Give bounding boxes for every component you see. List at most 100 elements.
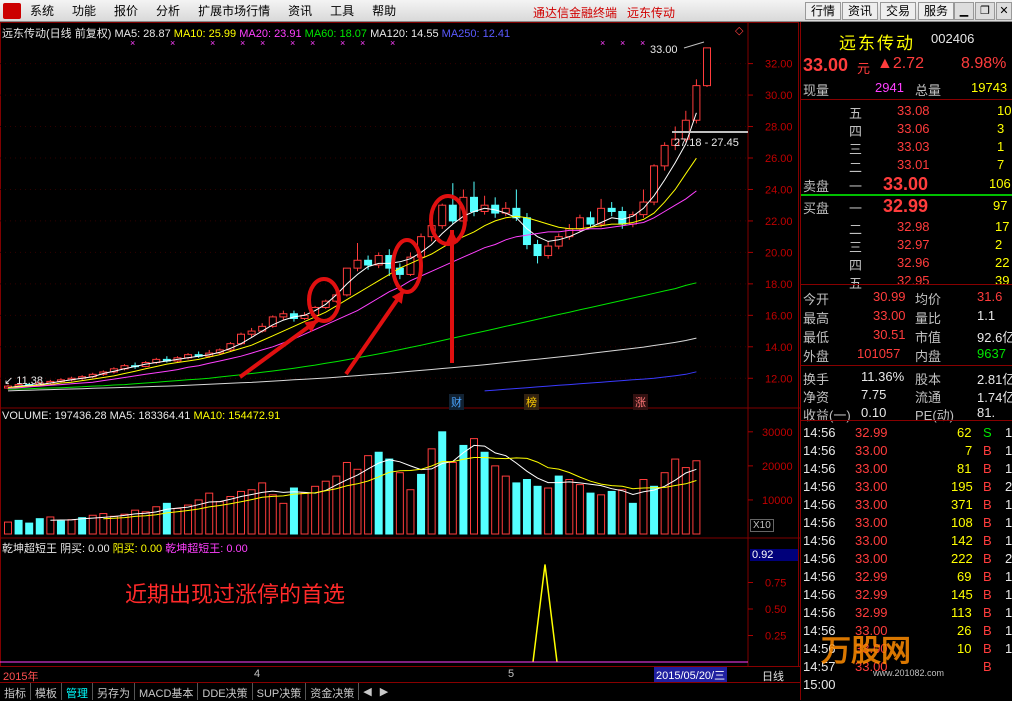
menu-item-tools[interactable]: 工具 xyxy=(321,2,363,19)
stat-label: 今开 xyxy=(803,292,830,307)
ask-row[interactable]: 三 33.03 1 xyxy=(801,138,1012,157)
price-tick-label: 28.00 xyxy=(765,122,793,134)
tick-row[interactable]: 14:56 33.00 371 B 1 xyxy=(801,496,1012,514)
volume-bar xyxy=(660,472,669,535)
marker-finance[interactable]: 财 xyxy=(449,394,464,410)
quote-button[interactable]: 行情 xyxy=(805,2,842,20)
tick-row[interactable]: 14:56 32.99 69 B 1 xyxy=(801,568,1012,586)
volume-bar xyxy=(25,522,34,535)
ask-level-label: 二 xyxy=(849,160,863,175)
ask-row[interactable]: 五 33.08 10 xyxy=(801,102,1012,121)
tick-row[interactable]: 14:56 33.00 7 B 1 xyxy=(801,442,1012,460)
price-change: ▲2.72 xyxy=(877,55,924,72)
tick-volume: 7 xyxy=(965,443,973,458)
tick-row[interactable]: 14:56 33.00 81 B 1 xyxy=(801,460,1012,478)
tab-template[interactable]: 模板 xyxy=(31,683,62,700)
volume-bar xyxy=(512,482,521,535)
ma20-label: MA20: 23.91 xyxy=(239,28,302,40)
ma250-label: MA250: 12.41 xyxy=(441,28,511,40)
menu-item-info[interactable]: 资讯 xyxy=(279,2,321,19)
minimize-icon[interactable]: ▁ xyxy=(954,2,974,20)
bid-row[interactable]: 四 32.96 22 xyxy=(801,254,1012,273)
service-button[interactable]: 服务 xyxy=(918,2,955,20)
volume-bar xyxy=(258,482,267,535)
bid-row[interactable]: 二 32.98 17 xyxy=(801,218,1012,237)
tick-row[interactable]: 14:56 33.00 108 B 1 xyxy=(801,514,1012,532)
indicator-yang: 阳买: 0.00 xyxy=(112,543,163,555)
volume-bar xyxy=(300,492,309,535)
bid-row[interactable]: 三 32.97 2 xyxy=(801,236,1012,255)
tick-row[interactable]: 14:56 32.99 113 B 1 xyxy=(801,604,1012,622)
menu-item-help[interactable]: 帮助 xyxy=(363,2,405,19)
menu-item-system[interactable]: 系统 xyxy=(21,2,63,19)
menu-item-quote[interactable]: 报价 xyxy=(105,2,147,19)
stat-label: PE(动) xyxy=(915,408,955,423)
tick-volume: 10 xyxy=(957,641,972,656)
tick-volume: 195 xyxy=(951,479,973,494)
tab-sup[interactable]: SUP决策 xyxy=(253,683,307,700)
price-tick-label: 30.00 xyxy=(765,90,793,102)
trade-button[interactable]: 交易 xyxy=(880,2,917,20)
stat-row[interactable]: 外盘 101057 内盘 9637 xyxy=(801,345,1012,364)
tick-time: 14:56 xyxy=(803,587,836,602)
tab-macd[interactable]: MACD基本 xyxy=(135,683,199,700)
stat-value: 1.1 xyxy=(977,308,996,323)
stat2-row[interactable]: 净资 7.75 流通 1.74亿 xyxy=(801,386,1012,405)
tick-volume: 371 xyxy=(951,497,973,512)
chart-area[interactable]: 32.00 30.00 28.00 26.00 24.00 22.00 20.00 18.00… xyxy=(0,22,800,682)
stat-value: 101057 xyxy=(857,346,901,361)
news-button[interactable]: 资讯 xyxy=(842,2,879,20)
tick-price: 32.99 xyxy=(855,587,888,602)
close-icon[interactable]: ✕ xyxy=(996,2,1012,20)
tick-time: 14:56 xyxy=(803,551,836,566)
tab-indicator[interactable]: 指标 xyxy=(0,683,31,700)
ask-row[interactable]: 二 33.01 7 xyxy=(801,156,1012,175)
month-5-label: 5 xyxy=(508,668,515,680)
candle-body xyxy=(650,165,659,203)
stat-value: 9637 xyxy=(977,346,1006,361)
ma5-label: MA5: 28.87 xyxy=(114,28,171,40)
indicator-king: 乾坤超短王: 0.00 xyxy=(165,543,248,555)
price-tick-label: 14.00 xyxy=(765,342,793,354)
tab-dde[interactable]: DDE决策 xyxy=(198,683,253,700)
kline-chart-svg[interactable]: 32.00 30.00 28.00 26.00 24.00 22.00 20.00 18.00… xyxy=(0,22,800,682)
price-tick-label: 12.00 xyxy=(765,373,793,385)
volume-bar xyxy=(342,461,351,535)
volume-bar xyxy=(470,438,478,535)
volume-bar xyxy=(237,490,245,535)
tick-row[interactable]: 14:56 32.99 145 B 1 xyxy=(801,586,1012,604)
chart-frame xyxy=(0,22,799,667)
stock-name: 远东传动 xyxy=(839,34,915,54)
tab-scroll-right-icon[interactable]: ▶ xyxy=(376,683,392,700)
marker-list[interactable]: 榜 xyxy=(524,394,539,410)
stat-row[interactable]: 最高 33.00 量比 1.1 xyxy=(801,307,1012,326)
tab-scroll-left-icon[interactable]: ◀ xyxy=(359,683,375,700)
marker-limit-up[interactable]: 涨 xyxy=(633,394,648,410)
menu-item-extended-market[interactable]: 扩展市场行情 xyxy=(189,2,279,19)
tick-row[interactable]: 15:00 xyxy=(801,676,1012,694)
stat2-row[interactable]: 换手 11.36% 股本 2.81亿 xyxy=(801,368,1012,387)
app-logo-icon[interactable] xyxy=(3,2,21,19)
ask1-row[interactable]: 卖盘 一 33.00 106 xyxy=(801,174,1012,195)
tick-extra: 1 xyxy=(1005,497,1012,512)
bid1-row[interactable]: 买盘 一 32.99 97 xyxy=(801,196,1012,217)
ask-row[interactable]: 四 33.06 3 xyxy=(801,120,1012,139)
candle-body xyxy=(607,207,616,212)
restore-icon[interactable]: ❐ xyxy=(975,2,995,20)
tick-time: 14:56 xyxy=(803,479,836,494)
stat-row[interactable]: 今开 30.99 均价 31.6 xyxy=(801,288,1012,307)
stat-row[interactable]: 最低 30.51 市值 92.6亿 xyxy=(801,326,1012,345)
tab-save-as[interactable]: 另存为 xyxy=(93,683,135,700)
menu-item-function[interactable]: 功能 xyxy=(63,2,105,19)
volume-bar xyxy=(35,518,44,535)
tick-row[interactable]: 14:56 32.99 62 S 1 xyxy=(801,424,1012,442)
tab-fund[interactable]: 资金决策 xyxy=(306,683,360,700)
tick-row[interactable]: 14:56 33.00 142 B 1 xyxy=(801,532,1012,550)
menu-item-analysis[interactable]: 分析 xyxy=(147,2,189,19)
tick-row[interactable]: 14:56 33.00 195 B 2 xyxy=(801,478,1012,496)
tick-flag: B xyxy=(983,533,992,548)
tab-manage[interactable]: 管理 xyxy=(62,683,93,700)
bid1-price: 32.99 xyxy=(883,196,929,216)
tick-row[interactable]: 14:56 33.00 222 B 2 xyxy=(801,550,1012,568)
indicator-name: 乾坤超短王 xyxy=(2,543,57,555)
